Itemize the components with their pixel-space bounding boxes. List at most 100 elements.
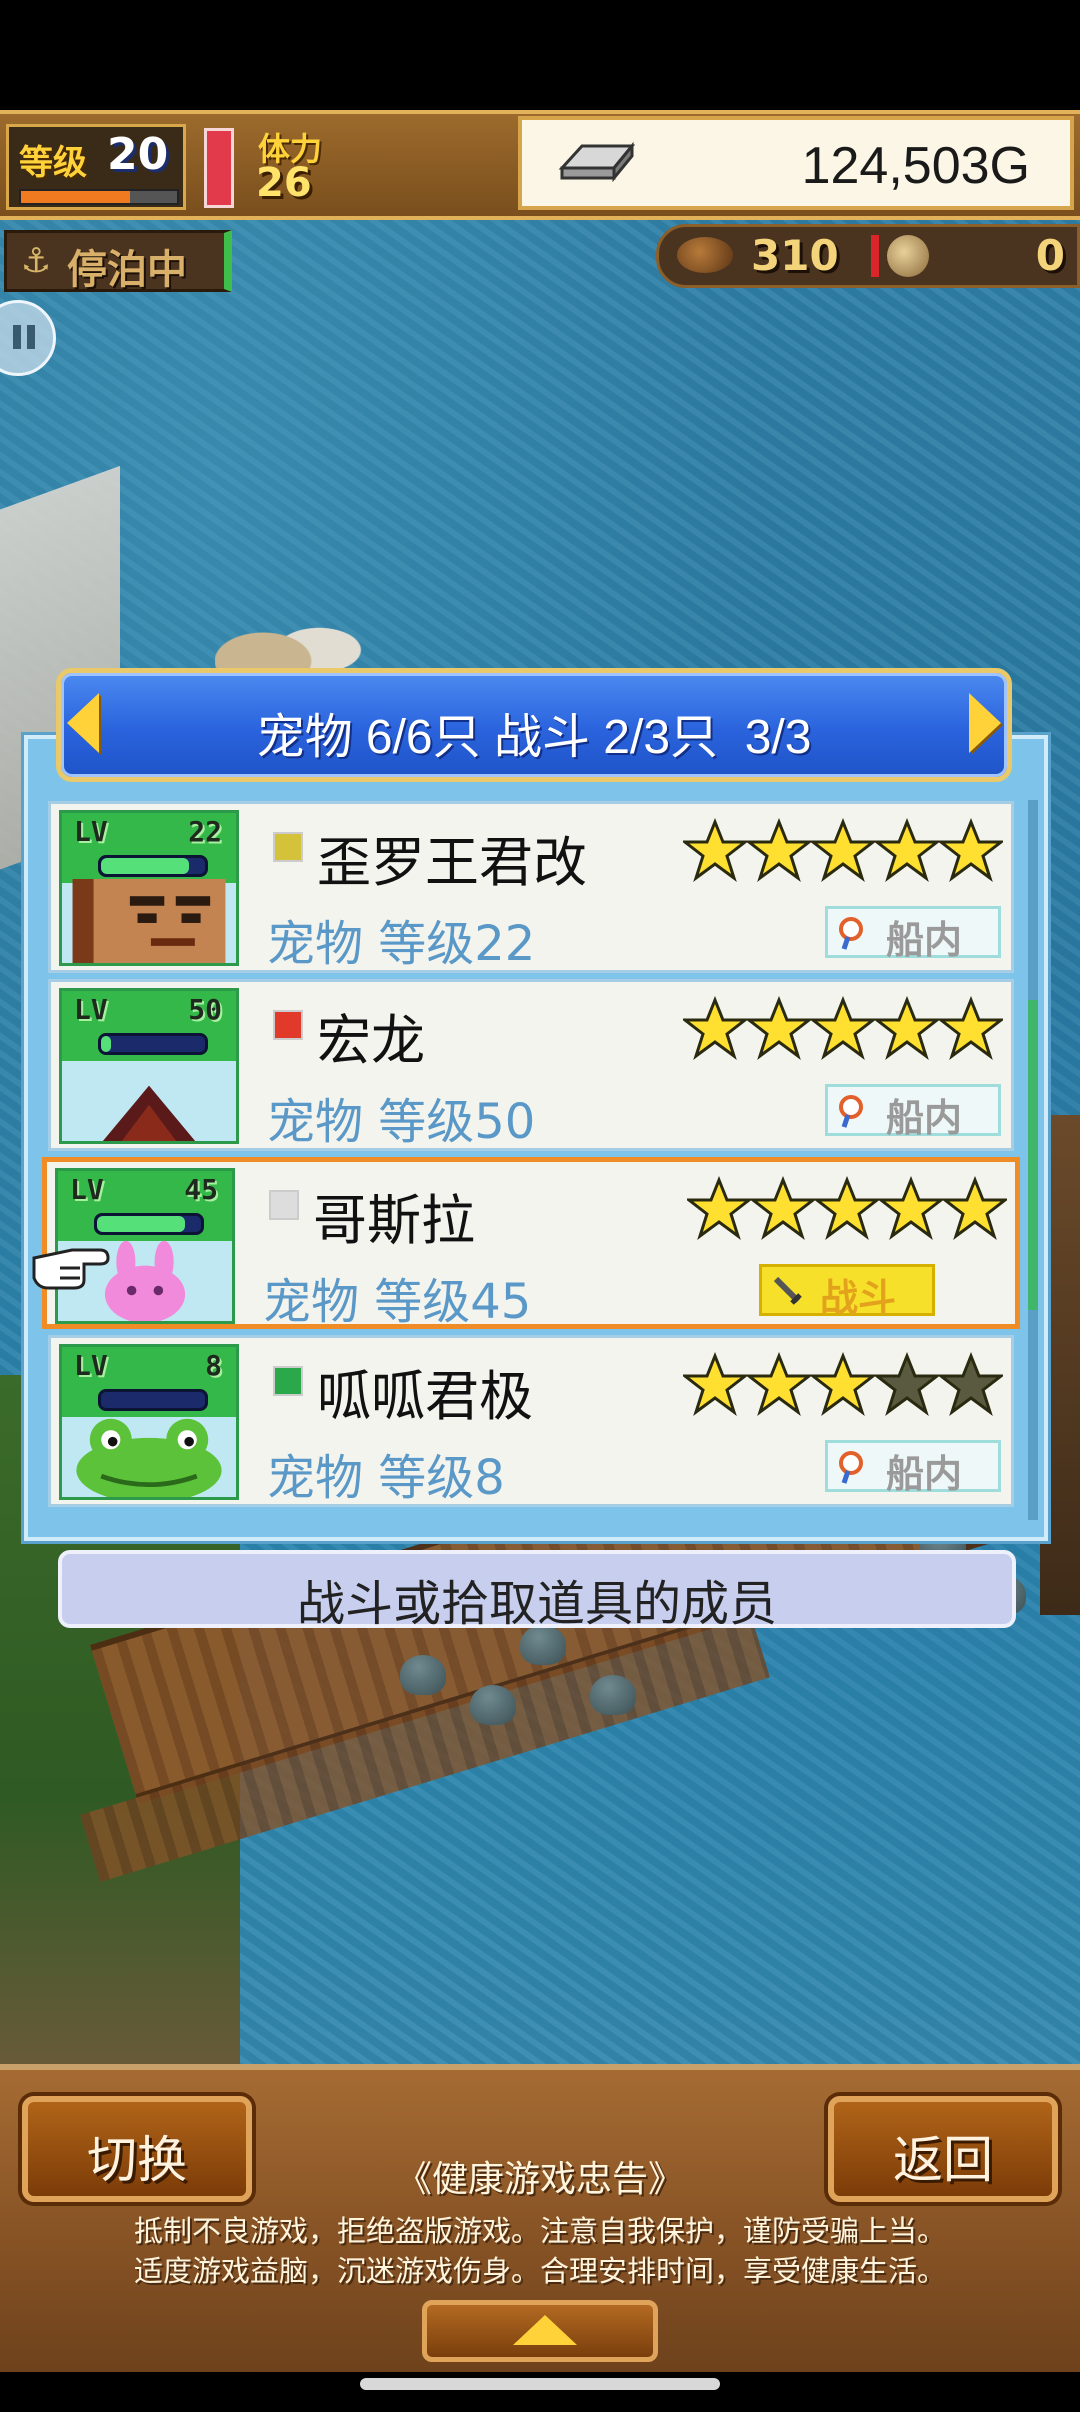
gold-value: 124,503G — [801, 137, 1030, 195]
dock-status-badge[interactable]: ⚓ 停泊中 — [4, 230, 232, 293]
pet-type-level: 宠物 等级22 — [267, 916, 536, 972]
star-filled-icon — [939, 996, 1003, 1060]
star-filled-icon — [747, 996, 811, 1060]
scrollbar-thumb[interactable] — [1028, 1000, 1038, 1310]
arrow-up-icon — [513, 2315, 577, 2345]
home-indicator[interactable] — [360, 2378, 720, 2390]
pet-level-badge: 8 — [205, 1349, 222, 1382]
resource-bar: 310 0 — [656, 224, 1080, 288]
pet-name: 呱呱君极 — [317, 1365, 533, 1428]
star-empty-icon — [939, 1352, 1003, 1416]
status-label: 船内 — [886, 1096, 963, 1140]
status-label: 战斗 — [820, 1276, 897, 1320]
pet-panel: LV 22 歪罗王君改 宠物 等级22 船内 LV 50 宏龙 宠物 等级50 船内 LV 45 哥斯拉… — [24, 735, 1048, 1541]
rarity-stars — [683, 818, 1003, 882]
star-filled-icon — [747, 818, 811, 882]
element-icon — [269, 1190, 299, 1220]
status-tag-in-ship[interactable]: 船内 — [825, 1084, 1001, 1140]
star-filled-icon — [943, 1176, 1007, 1240]
pet-row[interactable]: LV 50 宏龙宠物 等级50 船内 — [48, 979, 1014, 1151]
panel-hint-text: 战斗或拾取道具的成员 — [296, 1576, 777, 1632]
coin-value: 0 — [1035, 231, 1065, 280]
star-empty-icon — [875, 1352, 939, 1416]
pet-hp-bar — [98, 1389, 208, 1411]
pet-portrait: LV 50 — [59, 988, 239, 1144]
panel-hint-label: 战斗或拾取道具的成员 — [58, 1550, 1016, 1632]
food-value: 310 — [751, 231, 839, 280]
anchor-icon: ⚓ — [20, 241, 52, 281]
health-advisory-line: 抵制不良游戏，拒绝盗版游戏。注意自我保护，谨防受骗上当。 — [133, 2214, 946, 2248]
lv-label: LV — [74, 1349, 108, 1382]
star-filled-icon — [811, 996, 875, 1060]
level-display: 等级 20 — [6, 124, 186, 210]
level-strip: LV 22 — [62, 813, 236, 883]
magnifier-icon — [839, 917, 863, 950]
status-label: 船内 — [886, 918, 963, 962]
star-filled-icon — [875, 996, 939, 1060]
pet-row[interactable]: LV 45 哥斯拉 宠物 等级45 战斗 — [42, 1157, 1020, 1330]
magnifier-icon — [839, 1095, 863, 1128]
exp-bar — [19, 189, 179, 205]
star-filled-icon — [683, 818, 747, 882]
star-filled-icon — [879, 1176, 943, 1240]
pet-hp-bar — [98, 1033, 208, 1055]
element-icon — [273, 1010, 303, 1040]
rarity-stars — [683, 1352, 1003, 1416]
star-filled-icon — [939, 818, 1003, 882]
star-filled-icon — [683, 1352, 747, 1416]
status-label: 船内 — [886, 1452, 963, 1496]
status-tag-in-ship[interactable]: 船内 — [825, 906, 1001, 962]
pet-portrait: LV 8 — [59, 1344, 239, 1500]
pet-hp-bar — [94, 1213, 204, 1235]
status-tag-in-ship[interactable]: 船内 — [825, 1440, 1001, 1496]
pet-type-level: 宠物 等级45 — [263, 1274, 532, 1330]
sea-rock — [470, 1685, 516, 1725]
coin-icon — [887, 235, 929, 277]
star-filled-icon — [687, 1176, 751, 1240]
pet-row[interactable]: LV 8 呱呱君极宠物 等级8 船内 — [48, 1335, 1014, 1507]
health-advisory-line: 适度游戏益脑，沉迷游戏伤身。合理安排时间，享受健康生活。 — [133, 2254, 946, 2288]
gold-display: 124,503G — [518, 116, 1074, 210]
sea-rock — [400, 1655, 446, 1695]
magnifier-icon — [839, 1451, 863, 1484]
pet-type-level: 宠物 等级8 — [267, 1450, 505, 1506]
rarity-stars — [687, 1176, 1007, 1240]
next-page-arrow-icon[interactable] — [969, 693, 1001, 753]
pet-list-scrollbar[interactable] — [1028, 800, 1038, 1520]
level-strip: LV 50 — [62, 991, 236, 1061]
pet-hp-bar — [98, 855, 208, 877]
pet-type-level: 宠物 等级50 — [267, 1094, 536, 1150]
resource-divider — [871, 235, 879, 277]
star-filled-icon — [811, 1352, 875, 1416]
stamina-value: 26 — [256, 160, 312, 206]
status-tag-battle[interactable]: 战斗 — [759, 1264, 935, 1320]
expand-menu-button[interactable] — [422, 2300, 658, 2362]
pet-name: 宏龙 — [317, 1009, 425, 1072]
pet-panel-title: 宠物 6/6只 战斗 2/3只 3/3 — [256, 711, 812, 764]
level-strip: LV 45 — [58, 1171, 232, 1241]
star-filled-icon — [751, 1176, 815, 1240]
game-screen: 等级 20 体力 26 124,503G ⚓ 停泊中 310 0 LV 22 歪… — [0, 0, 1080, 2412]
star-filled-icon — [683, 996, 747, 1060]
pet-panel-header: 宠物 6/6只 战斗 2/3只 3/3 — [56, 668, 1012, 782]
element-icon — [273, 1366, 303, 1396]
star-filled-icon — [811, 818, 875, 882]
bread-icon — [677, 237, 733, 273]
dock-status-label: 停泊中 — [67, 247, 187, 293]
sea-rock — [590, 1675, 636, 1715]
pointing-hand-icon — [32, 1248, 110, 1290]
level-value: 20 — [107, 129, 169, 180]
sword-icon — [773, 1276, 802, 1305]
stamina-gauge — [204, 128, 234, 208]
star-filled-icon — [875, 818, 939, 882]
level-label: 等级 — [19, 143, 87, 183]
level-strip: LV 8 — [62, 1347, 236, 1417]
pet-portrait: LV 22 — [59, 810, 239, 966]
pet-level-badge: 45 — [184, 1173, 218, 1206]
health-advisory-title: 《健康游戏忠告》 — [395, 2159, 684, 2200]
star-filled-icon — [815, 1176, 879, 1240]
pet-row[interactable]: LV 22 歪罗王君改 宠物 等级22 船内 — [48, 801, 1014, 973]
element-icon — [273, 832, 303, 862]
silver-bar-icon — [558, 141, 636, 182]
pet-level-badge: 50 — [188, 993, 222, 1026]
